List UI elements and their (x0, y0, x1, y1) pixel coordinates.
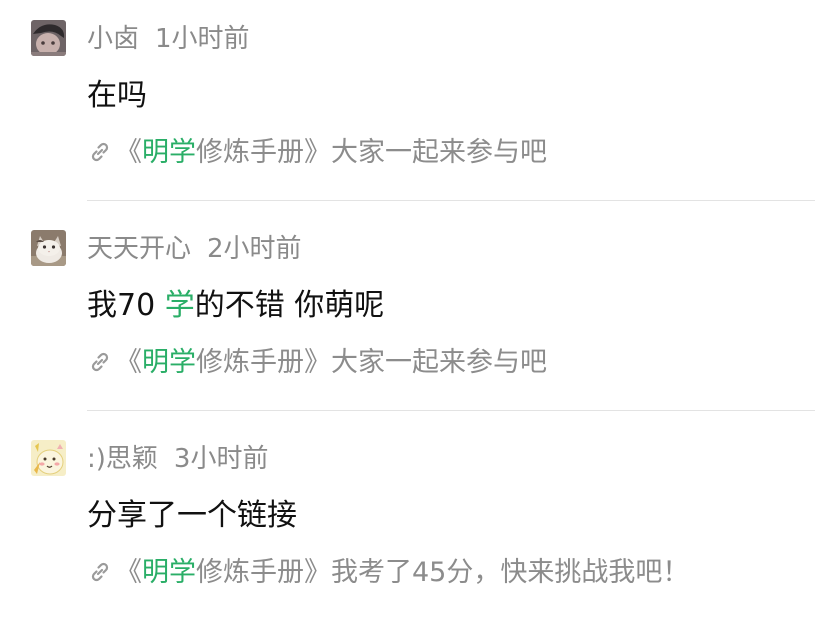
share-highlight: 明学 (142, 137, 196, 168)
comment-text: 在吗 (87, 78, 147, 113)
share-prefix: 《 (115, 137, 142, 168)
comment-text-part: 的不错 你萌呢 (194, 288, 385, 323)
timestamp: 2小时前 (207, 234, 302, 264)
link-icon (87, 559, 113, 585)
link-icon (87, 139, 113, 165)
comment-text-part: 我70 (87, 288, 165, 323)
share-highlight: 明学 (142, 557, 196, 588)
comment-meta: 小卤 1小时前 (87, 20, 250, 58)
avatar[interactable] (31, 230, 66, 266)
shared-link[interactable]: 《明学修炼手册》我考了45分，快来挑战我吧！ (87, 554, 689, 592)
username[interactable]: :)思颖 (87, 444, 158, 474)
share-highlight: 明学 (142, 347, 196, 378)
comment-text-highlight: 学 (164, 288, 195, 323)
username[interactable]: 天天开心 (87, 234, 191, 264)
divider (87, 200, 815, 201)
link-icon (87, 349, 113, 375)
shared-link[interactable]: 《明学修炼手册》大家一起来参与吧 (87, 134, 547, 172)
comment-item: :)思颖 3小时前 分享了一个链接 《明学修炼手册》我考了45分，快来挑战我吧！ (0, 420, 815, 619)
share-title: 修炼手册》大家一起来参与吧 (196, 347, 547, 378)
comment-item: 天天开心 2小时前 我70 学的不错 你萌呢 《明学修炼手册》大家一起来参与吧 (0, 210, 815, 420)
timestamp: 3小时前 (173, 444, 269, 474)
avatar-dark-photo-icon (31, 20, 66, 56)
avatar-cartoon-icon (31, 440, 66, 476)
comment-meta: :)思颖 3小时前 (87, 440, 268, 478)
timestamp: 1小时前 (155, 24, 250, 54)
comment-feed: 小卤 1小时前 在吗 《明学修炼手册》大家一起来参与吧 天天开心 2小时前 我7… (0, 0, 815, 619)
share-title: 修炼手册》我考了45分，快来挑战我吧！ (196, 557, 690, 588)
comment-text: 分享了一个链接 (87, 498, 297, 533)
shared-link[interactable]: 《明学修炼手册》大家一起来参与吧 (87, 344, 547, 382)
comment-meta: 天天开心 2小时前 (87, 230, 302, 268)
comment-item: 小卤 1小时前 在吗 《明学修炼手册》大家一起来参与吧 (0, 0, 815, 210)
avatar-cat-photo-icon (31, 230, 66, 266)
avatar[interactable] (31, 440, 66, 476)
share-title: 修炼手册》大家一起来参与吧 (196, 137, 547, 168)
comment-text: 我70 学的不错 你萌呢 (87, 284, 384, 328)
avatar[interactable] (31, 20, 66, 56)
username[interactable]: 小卤 (87, 24, 139, 54)
share-prefix: 《 (115, 347, 142, 378)
share-prefix: 《 (115, 557, 142, 588)
divider (87, 410, 815, 411)
